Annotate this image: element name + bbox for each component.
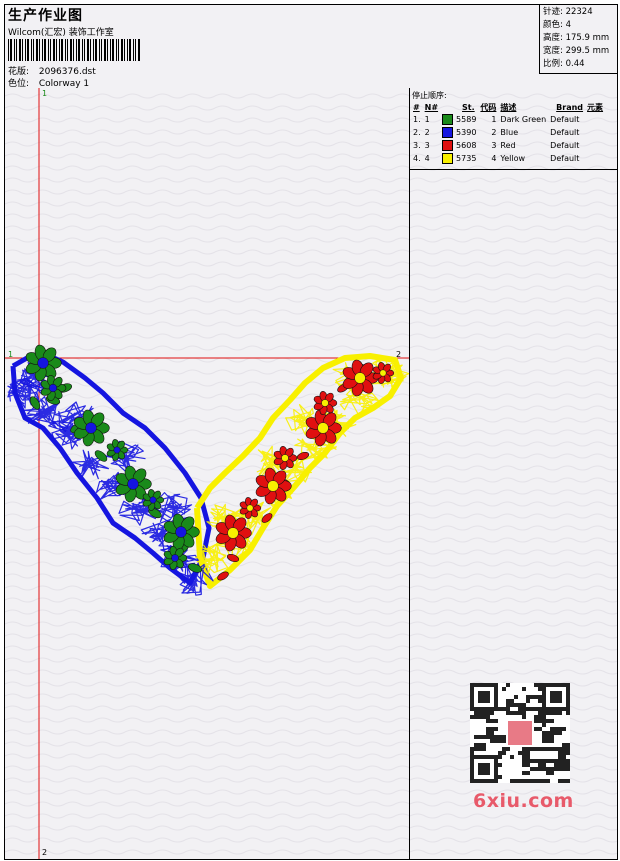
stat-height: 175.9 mm xyxy=(565,33,610,43)
stat-colors: 4 xyxy=(565,20,571,30)
watermark-logo: 6xiu.com xyxy=(473,790,574,812)
row-element xyxy=(585,126,605,139)
design-preview xyxy=(5,88,409,859)
row-description: Blue xyxy=(500,128,519,137)
stat-row: 针迹: 22324 xyxy=(543,7,593,17)
color-swatch xyxy=(442,153,454,164)
table-row: 2. 2 5390 2 Blue Default xyxy=(411,126,605,139)
company-name: Wilcom(汇宏) 装饰工作室 xyxy=(8,28,114,38)
stat-row: 颜色: 4 xyxy=(543,20,571,30)
row-description: Yellow xyxy=(500,154,526,163)
row-index: 2. xyxy=(413,128,421,137)
stats-box: 针迹: 22324 颜色: 4 高度: 175.9 mm 宽度: 299.5 m… xyxy=(539,5,617,74)
col-code: 代码 xyxy=(480,102,497,112)
axis-h-right: 2 xyxy=(396,350,402,359)
row-description: Red xyxy=(500,141,516,150)
row-code: 1 xyxy=(491,115,497,124)
row-index: 1. xyxy=(413,115,421,124)
table-row: 3. 3 5608 3 Red Default xyxy=(411,139,605,152)
row-brand: Default xyxy=(550,154,580,163)
row-n: 1 xyxy=(424,115,430,124)
row-code: 2 xyxy=(491,128,497,137)
qr-code xyxy=(470,683,570,783)
sheet-title: 生产作业图 xyxy=(8,8,83,24)
row-code: 4 xyxy=(491,154,497,163)
table-row: 1. 1 5589 1 Dark Green Default xyxy=(411,113,605,126)
row-n: 4 xyxy=(424,154,430,163)
row-code: 3 xyxy=(491,141,497,150)
row-description: Dark Green xyxy=(500,115,547,124)
stat-row: 宽度: 299.5 mm xyxy=(543,46,610,56)
row-stitches: 5735 xyxy=(440,152,478,165)
stop-sequence-table: # N# St. 代码 描述 Brand 元素 1. 1 5589 1 Dark Gre… xyxy=(411,101,605,165)
row-index: 3. xyxy=(413,141,421,150)
axis-h-left: 1 xyxy=(8,350,14,359)
col-element: 元素 xyxy=(587,102,604,112)
col-index: # xyxy=(413,102,420,112)
row-n: 2 xyxy=(424,128,430,137)
row-brand: Default xyxy=(550,115,580,124)
row-brand: Default xyxy=(550,128,580,137)
color-swatch xyxy=(442,114,454,125)
sheet-header: 生产作业图 Wilcom(汇宏) 装饰工作室 花版: 2096376.dst 色… xyxy=(5,5,617,89)
row-stitches: 5390 xyxy=(440,126,478,139)
stop-sequence-title: 停止顺序: xyxy=(412,91,447,100)
color-swatch xyxy=(442,127,454,138)
stat-row: 高度: 175.9 mm xyxy=(543,33,610,43)
row-index: 4. xyxy=(413,154,421,163)
row-stitches: 5589 xyxy=(440,113,478,126)
axis-v-bottom: 2 xyxy=(42,848,48,857)
stat-scale: 0.44 xyxy=(565,59,585,69)
stop-sequence-panel: 停止顺序: # N# St. 代码 描述 Brand 元素 1. 1 5589 1 Da… xyxy=(410,88,617,170)
row-element xyxy=(585,113,605,126)
col-description: 描述 xyxy=(500,102,517,112)
color-swatch xyxy=(442,140,454,151)
design-canvas: 1 2 1 2 xyxy=(5,88,410,859)
axis-v-top: 1 xyxy=(42,89,48,98)
table-header-row: # N# St. 代码 描述 Brand 元素 xyxy=(411,101,605,113)
col-n: N# xyxy=(424,102,439,112)
row-element xyxy=(585,139,605,152)
stat-width: 299.5 mm xyxy=(565,46,610,56)
col-brand: Brand xyxy=(556,102,584,112)
barcode xyxy=(8,39,140,61)
stat-row: 比例: 0.44 xyxy=(543,59,585,69)
row-brand: Default xyxy=(550,141,580,150)
row-stitches: 5608 xyxy=(440,139,478,152)
table-row: 4. 4 5735 4 Yellow Default xyxy=(411,152,605,165)
stat-stitches: 22324 xyxy=(565,7,593,17)
row-element xyxy=(585,152,605,165)
col-stitches: St. xyxy=(462,102,475,112)
row-n: 3 xyxy=(424,141,430,150)
